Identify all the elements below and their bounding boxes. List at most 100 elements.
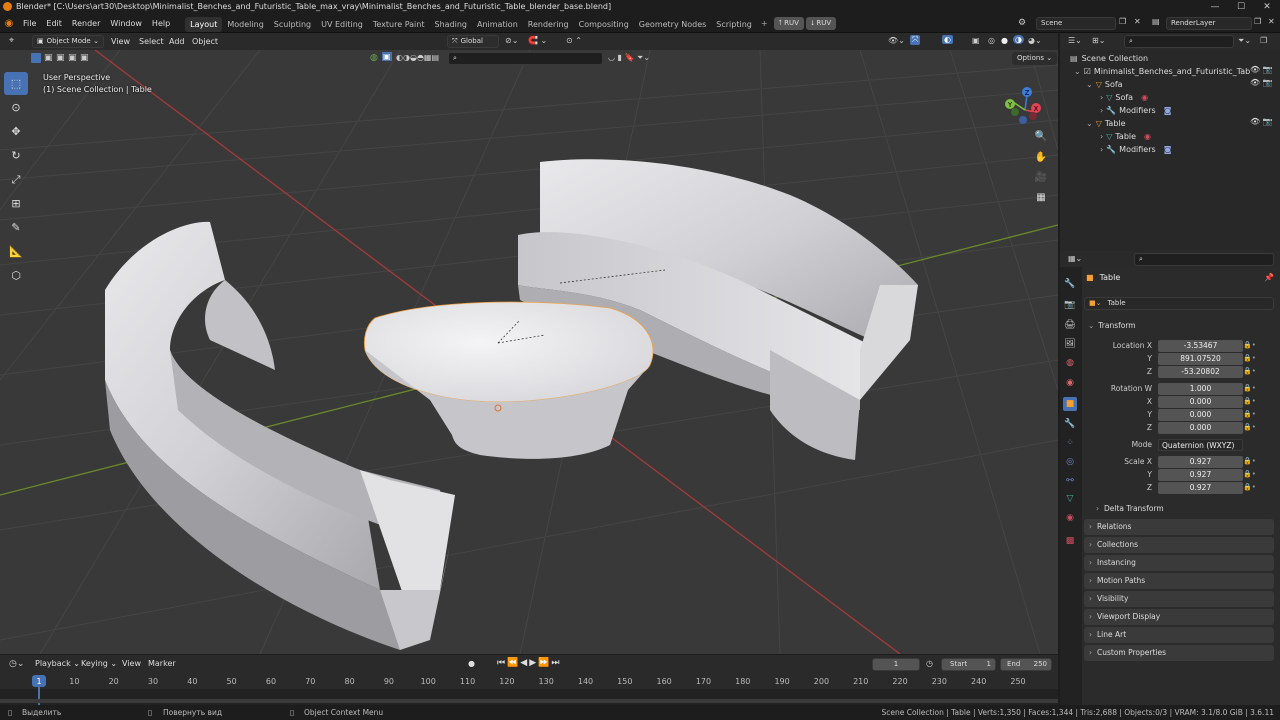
line-art-panel[interactable]: Line Art <box>1084 627 1274 643</box>
timeline-editor-icon[interactable]: ◷⌄ <box>9 659 24 669</box>
world-tab-icon[interactable]: ◉ <box>1063 376 1077 390</box>
outliner-item-sofa-modifiers[interactable]: › 🔧 Modifiers ◙ <box>1100 104 1171 117</box>
visibility-icon[interactable]: 👁⌄ <box>888 36 905 45</box>
minimize-icon[interactable]: — <box>1202 0 1228 15</box>
proportional-edit-icon[interactable]: ⊙ ⌃ <box>566 36 582 45</box>
marker-menu[interactable]: Marker <box>143 655 181 673</box>
scale-y-field[interactable]: 0.927 <box>1158 468 1243 481</box>
particles-tab-icon[interactable]: ⁘ <box>1063 436 1077 450</box>
keying-menu[interactable]: Keying ⌄ <box>76 655 122 673</box>
tab-sculpting[interactable]: Sculpting <box>269 17 316 32</box>
tab-scripting[interactable]: Scripting <box>711 17 757 32</box>
relations-panel[interactable]: Relations <box>1084 519 1274 535</box>
xray-icon[interactable]: ▣ <box>972 36 980 45</box>
timeline-scrollbar[interactable] <box>0 699 1058 703</box>
select-mode-subtract-icon[interactable]: ▣ <box>56 53 65 63</box>
maximize-icon[interactable]: ☐ <box>1228 0 1254 15</box>
move-tool[interactable]: ✥ <box>4 120 28 143</box>
zoom-icon[interactable]: 🔍 <box>1032 127 1050 145</box>
rotate-tool[interactable]: ↻ <box>4 144 28 167</box>
material-tab-icon[interactable]: ◉ <box>1063 511 1077 525</box>
pan-hand-icon[interactable]: ✋ <box>1032 148 1050 166</box>
location-x-field[interactable]: -3.53467 <box>1158 339 1243 352</box>
current-frame-field[interactable]: 1 <box>872 658 920 671</box>
rotation-w-field[interactable]: 1.000 <box>1158 382 1243 395</box>
blender-menu-icon[interactable]: ◉ <box>0 18 18 29</box>
close-icon[interactable]: ✕ <box>1254 0 1280 15</box>
menu-edit[interactable]: Edit <box>41 15 67 33</box>
outliner-item-table-mesh[interactable]: › ▽ Table ◉ <box>1100 130 1151 143</box>
menu-window[interactable]: Window <box>105 15 147 33</box>
cursor-tool[interactable]: ⊙ <box>4 96 28 119</box>
visibility-panel[interactable]: Visibility <box>1084 591 1274 607</box>
location-y-field[interactable]: 891.07520 <box>1158 352 1243 365</box>
tab-shading[interactable]: Shading <box>429 17 472 32</box>
instancing-panel[interactable]: Instancing <box>1084 555 1274 571</box>
3d-viewport[interactable]: User Perspective (1) Scene Collection | … <box>0 50 1058 654</box>
wireframe-shading-icon[interactable]: ◎ <box>988 36 995 45</box>
constraints-tab-icon[interactable]: ⚯ <box>1063 474 1077 488</box>
select-mode-invert-icon[interactable]: ▣ <box>68 53 77 63</box>
rotation-mode-dropdown[interactable]: Quaternion (WXYZ) ⌄ <box>1158 438 1243 462</box>
scale-tool[interactable]: ⤢ <box>4 168 28 191</box>
outliner-search-input[interactable]: ⌕ <box>1124 35 1234 48</box>
bench-left[interactable] <box>105 221 455 650</box>
tab-rendering[interactable]: Rendering <box>523 17 574 32</box>
outliner-item-table[interactable]: ⌄ ▽ Table <box>1086 117 1126 130</box>
rendered-shading-icon[interactable]: ◕⌄ <box>1028 36 1042 45</box>
menu-render[interactable]: Render <box>67 15 105 33</box>
object-name-field[interactable]: ■⌄ Table <box>1084 297 1274 310</box>
measure-tool[interactable]: 📐 <box>4 240 28 263</box>
tab-texture-paint[interactable]: Texture Paint <box>368 17 430 32</box>
outliner-item-table-modifiers[interactable]: › 🔧 Modifiers ◙ <box>1100 143 1171 156</box>
rotation-x-field[interactable]: 0.000 <box>1158 395 1243 408</box>
scale-z-field[interactable]: 0.927 <box>1158 481 1243 494</box>
select-mode-extend-icon[interactable]: ▣ <box>44 53 53 63</box>
texture-tab-icon[interactable]: ▩ <box>1063 534 1077 548</box>
view-menu[interactable]: View <box>106 33 135 50</box>
viewport-display-panel[interactable]: Viewport Display <box>1084 609 1274 625</box>
tab-compositing[interactable]: Compositing <box>574 17 634 32</box>
playback-controls[interactable]: ⏮⏪◀▶⏩⏭ <box>497 658 561 668</box>
physics-tab-icon[interactable]: ◎ <box>1063 455 1077 469</box>
delete-layer-icon[interactable]: ✕ <box>1268 17 1275 26</box>
rotation-y-field[interactable]: 0.000 <box>1158 408 1243 421</box>
ruv-button-2[interactable]: ⭣ RUV <box>805 17 837 30</box>
render-tab-icon[interactable]: 📷 <box>1063 298 1077 312</box>
add-menu[interactable]: Add <box>164 33 190 50</box>
select-box-tool[interactable]: ⬚ <box>4 72 28 95</box>
transform-panel-header[interactable]: ⌄ Transform <box>1084 318 1274 334</box>
camera-view-icon[interactable]: 🎥 <box>1032 168 1050 186</box>
scale-x-field[interactable]: 0.927 <box>1158 455 1243 468</box>
annotate-tool[interactable]: ✎ <box>4 216 28 239</box>
select-mode-new-icon[interactable] <box>31 53 41 63</box>
end-frame-field[interactable]: End 250 <box>1000 658 1052 671</box>
add-workspace-icon[interactable]: + <box>757 19 772 28</box>
tab-modeling[interactable]: Modeling <box>222 17 268 32</box>
solid-shading-icon[interactable]: ● <box>1001 36 1008 45</box>
rotation-z-field[interactable]: 0.000 <box>1158 421 1243 434</box>
new-collection-icon[interactable]: ❐ <box>1260 36 1267 45</box>
outliner-filter-icon[interactable]: ⏷⌄ <box>1238 36 1251 46</box>
timeline[interactable]: 1 10 20 30 40 50 60 70 80 90 100 110 120 130 140 150 160… <box>0 673 1058 705</box>
tool-tab-icon[interactable]: 🔧 <box>1063 277 1077 291</box>
custom-properties-panel[interactable]: Custom Properties <box>1084 645 1274 661</box>
scene-tab-icon[interactable]: ◍ <box>1063 356 1077 370</box>
modifier-tab-icon[interactable]: 🔧 <box>1063 417 1077 431</box>
menu-file[interactable]: File <box>18 15 41 33</box>
pivot-icon[interactable]: ⊘⌄ <box>505 36 518 45</box>
eye-icon[interactable]: 👁 📷 <box>1250 65 1273 74</box>
tab-layout[interactable]: Layout <box>185 16 223 32</box>
outliner-item-sofa-mesh[interactable]: › ▽ Sofa ◉ <box>1100 91 1148 104</box>
tab-animation[interactable]: Animation <box>472 17 523 32</box>
eye-icon[interactable]: 👁 📷 <box>1250 117 1273 126</box>
select-mode-intersect-icon[interactable]: ▣ <box>80 53 89 63</box>
collections-panel[interactable]: Collections <box>1084 537 1274 553</box>
view-layer-tab-icon[interactable]: 🖼 <box>1063 337 1077 351</box>
orientation-dropdown[interactable]: ⤧ Global <box>447 35 499 48</box>
new-scene-icon[interactable]: ❐ <box>1119 17 1126 26</box>
snap-icon[interactable]: 🧲 ⌄ <box>528 36 547 45</box>
editor-type-icon[interactable]: ⌖ <box>9 36 14 46</box>
location-z-field[interactable]: -53.20802 <box>1158 365 1243 378</box>
delta-transform-subpanel[interactable]: › Delta Transform <box>1096 502 1274 516</box>
